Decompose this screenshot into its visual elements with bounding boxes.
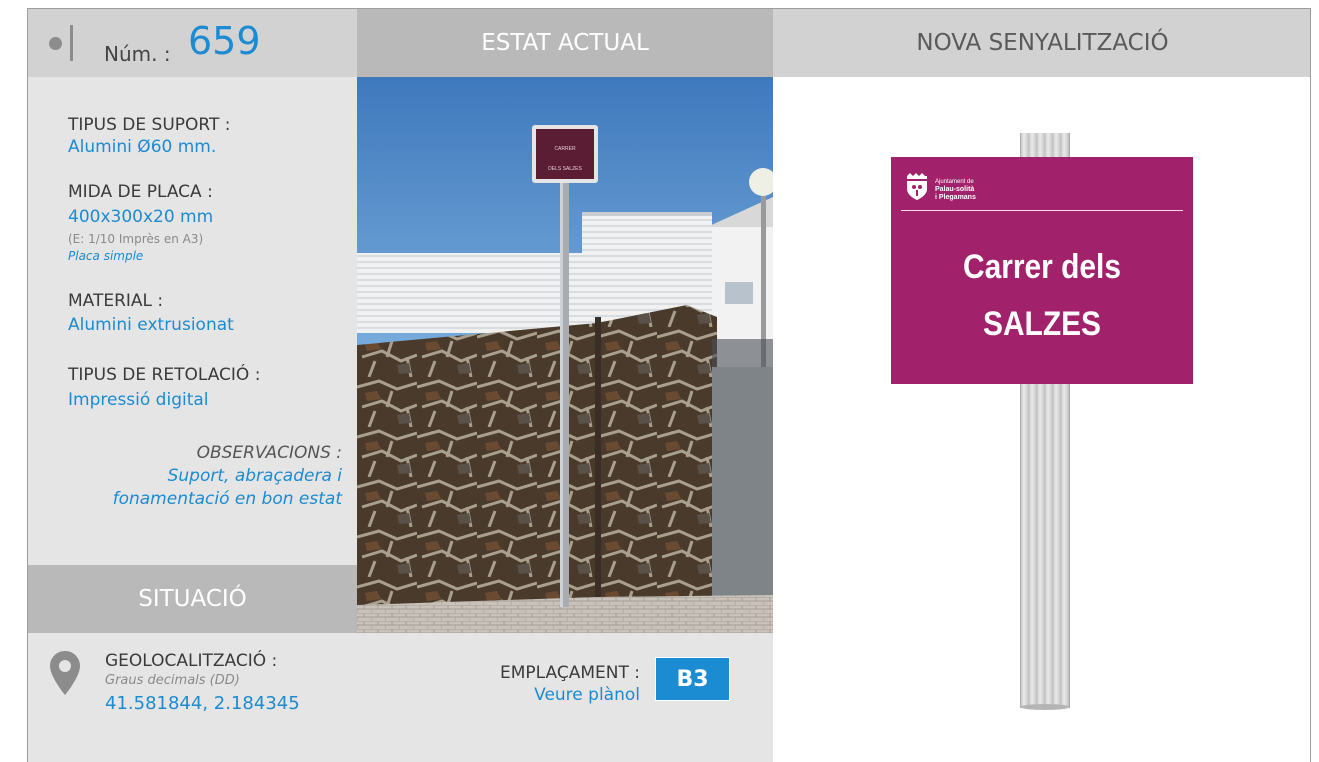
number-label: Núm. : [104,42,171,66]
header-estat-actual: ESTAT ACTUAL [357,9,773,77]
sign-line2: SALZES [982,305,1102,343]
header-number-cell: Núm. : 659 [28,9,357,77]
observacions-line1: Suport, abraçadera i [167,466,342,486]
emplacament-label: EMPLAÇAMENT : [500,663,640,683]
bar-icon [70,25,73,61]
current-state-photo: CARRER DELS SALZES [357,77,773,633]
geo-format: Graus decimals (DD) [105,673,240,688]
map-pin-icon [50,651,80,695]
header-nova-senyalitzacio: NOVA SENYALITZACIÓ [773,9,1310,77]
geo-value: 41.581844, 2.184345 [105,693,300,714]
mida-label: MIDA DE PLACA : [68,182,213,202]
emplacament-link[interactable]: Veure plànol [428,685,640,705]
logo-line2: Palau-solità [935,186,975,193]
new-street-sign: Ajuntament de Palau-solità i Plegamans C… [891,157,1193,384]
emplacament-code-badge[interactable]: B3 [655,657,730,701]
number-value: 659 [188,19,261,63]
fitxa-senyal: Núm. : 659 ESTAT ACTUAL NOVA SENYALITZAC… [27,8,1311,762]
material-value: Alumini extrusionat [68,315,234,335]
retolacio-label: TIPUS DE RETOLACIÓ : [68,365,261,385]
sign-line1: Carrer dels [962,248,1121,286]
suport-label: TIPUS DE SUPORT : [68,115,231,135]
photo-sign-line1: CARRER [554,146,576,152]
geo-label: GEOLOCALITZACIÓ : [105,651,278,671]
new-sign-panel: Ajuntament de Palau-solità i Plegamans C… [773,77,1310,762]
suport-value: Alumini Ø60 mm. [68,137,217,157]
mida-value: 400x300x20 mm [68,207,214,227]
sign-divider [901,210,1183,211]
material-label: MATERIAL : [68,291,164,311]
specs-panel: TIPUS DE SUPORT : Alumini Ø60 mm. MIDA D… [28,77,357,565]
street-photo-illustration: CARRER DELS SALZES [357,77,773,633]
sign-pole-base [1020,704,1070,710]
situacio-header: SITUACIÓ [28,565,357,633]
retolacio-value: Impressió digital [68,390,209,410]
dot-icon [49,37,62,50]
mida-note: (E: 1/10 Imprès en A3) [68,232,204,246]
observacions-label: OBSERVACIONS : [196,443,342,463]
logo-line1: Ajuntament de [935,179,974,185]
ajuntament-crest-icon [907,173,927,200]
photo-sign-line2: DELS SALZES [548,166,582,172]
mida-type: Placa simple [68,249,144,263]
observacions-line2: fonamentació en bon estat [112,489,342,509]
logo-line3: i Plegamans [935,194,976,201]
situacio-panel: GEOLOCALITZACIÓ : Graus decimals (DD) 41… [28,633,773,762]
